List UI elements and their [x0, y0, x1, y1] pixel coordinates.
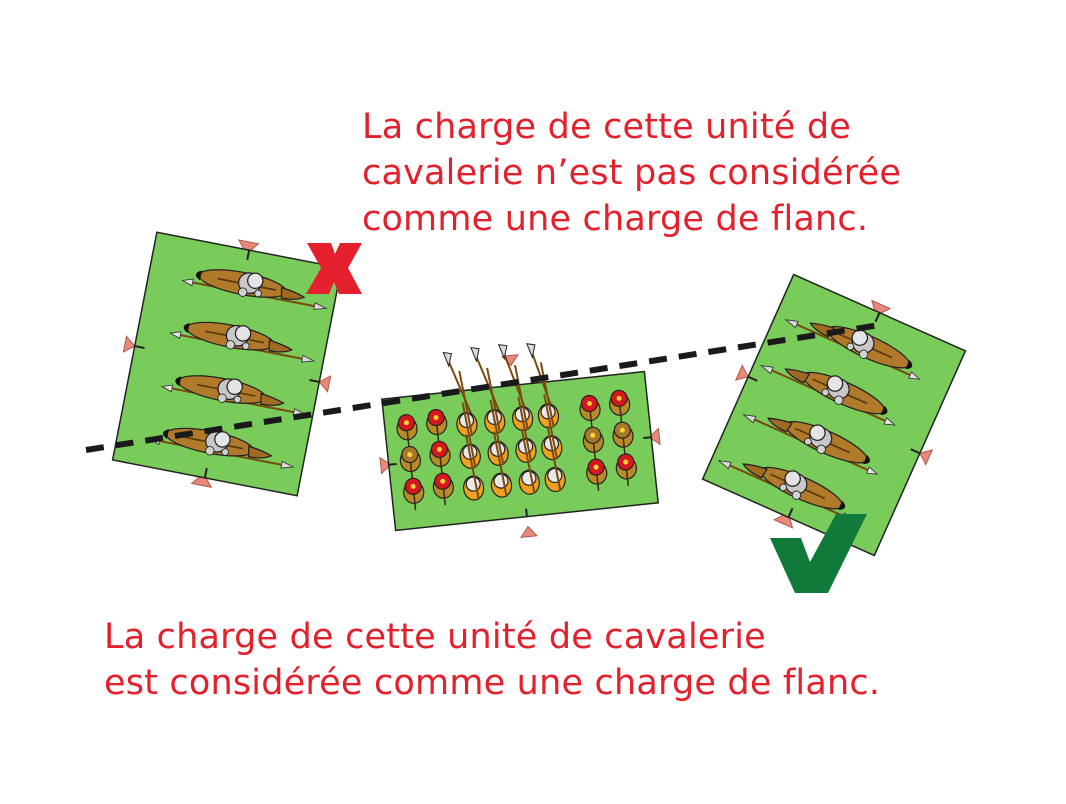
infantry-unit-center	[379, 343, 661, 538]
caption-not-flank: La charge de cette unité de cavalerie n’…	[362, 104, 901, 242]
caption-flank: La charge de cette unité de cavalerie es…	[104, 614, 880, 706]
caption-line: La charge de cette unité de	[362, 107, 851, 147]
caption-line: La charge de cette unité de cavalerie	[104, 617, 766, 657]
caption-line: est considérée comme une charge de flanc…	[104, 663, 881, 703]
caption-line: comme une charge de flanc.	[362, 199, 869, 239]
cavalry-unit-left	[111, 231, 343, 497]
caption-line: cavalerie n’est pas considérée	[362, 153, 902, 193]
